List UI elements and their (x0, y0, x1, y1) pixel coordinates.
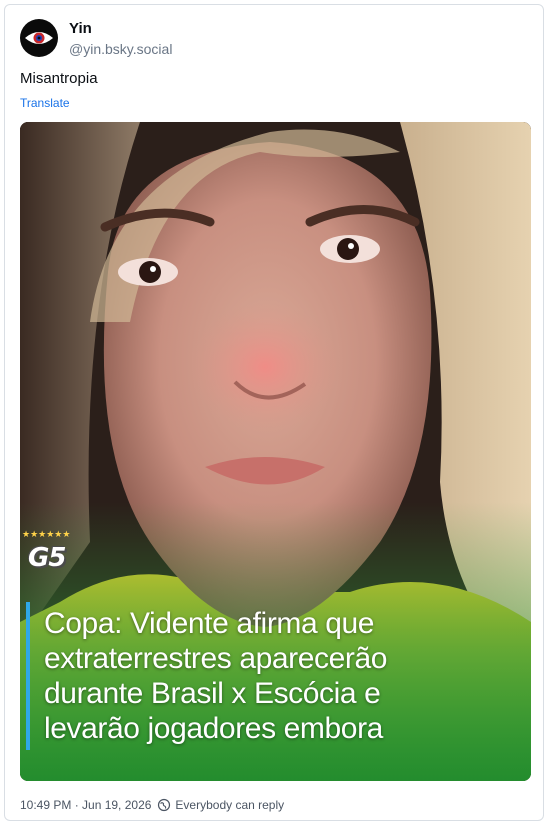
post-timestamp[interactable]: 10:49 PM · Jun 19, 2026 (20, 798, 151, 812)
caption-accent-bar (26, 602, 30, 750)
post-footer: 10:49 PM · Jun 19, 2026 Everybody can re… (20, 796, 284, 814)
caption-line: levarão jogadores embora (44, 712, 383, 745)
video-caption: Copa: Vidente afirma que extraterrestres… (44, 606, 514, 746)
author-block: Yin @yin.bsky.social (69, 20, 172, 58)
avatar[interactable] (20, 19, 58, 57)
post-header: Yin @yin.bsky.social (20, 19, 420, 59)
author-display-name[interactable]: Yin (69, 20, 172, 38)
g5-stars-icon: ★★★★★★ (22, 529, 71, 539)
reply-setting-label: Everybody can reply (175, 798, 285, 812)
g5-logo: G5 (28, 543, 66, 573)
caption-line: Copa: Vidente afirma que (44, 607, 375, 640)
eye-icon (25, 32, 53, 44)
post-card[interactable]: Yin @yin.bsky.social Misantropia Transla… (4, 4, 544, 821)
translate-link[interactable]: Translate (20, 95, 70, 111)
reply-setting: Everybody can reply (157, 798, 284, 812)
author-handle[interactable]: @yin.bsky.social (69, 40, 172, 58)
post-text: Misantropia (20, 70, 98, 87)
globe-icon (157, 798, 171, 812)
caption-line: extraterrestres aparecerão (44, 642, 388, 675)
caption-line: durante Brasil x Escócia e (44, 677, 381, 710)
video-thumbnail[interactable]: ★★★★★★ G5 Copa: Vidente afirma que extra… (20, 122, 531, 781)
